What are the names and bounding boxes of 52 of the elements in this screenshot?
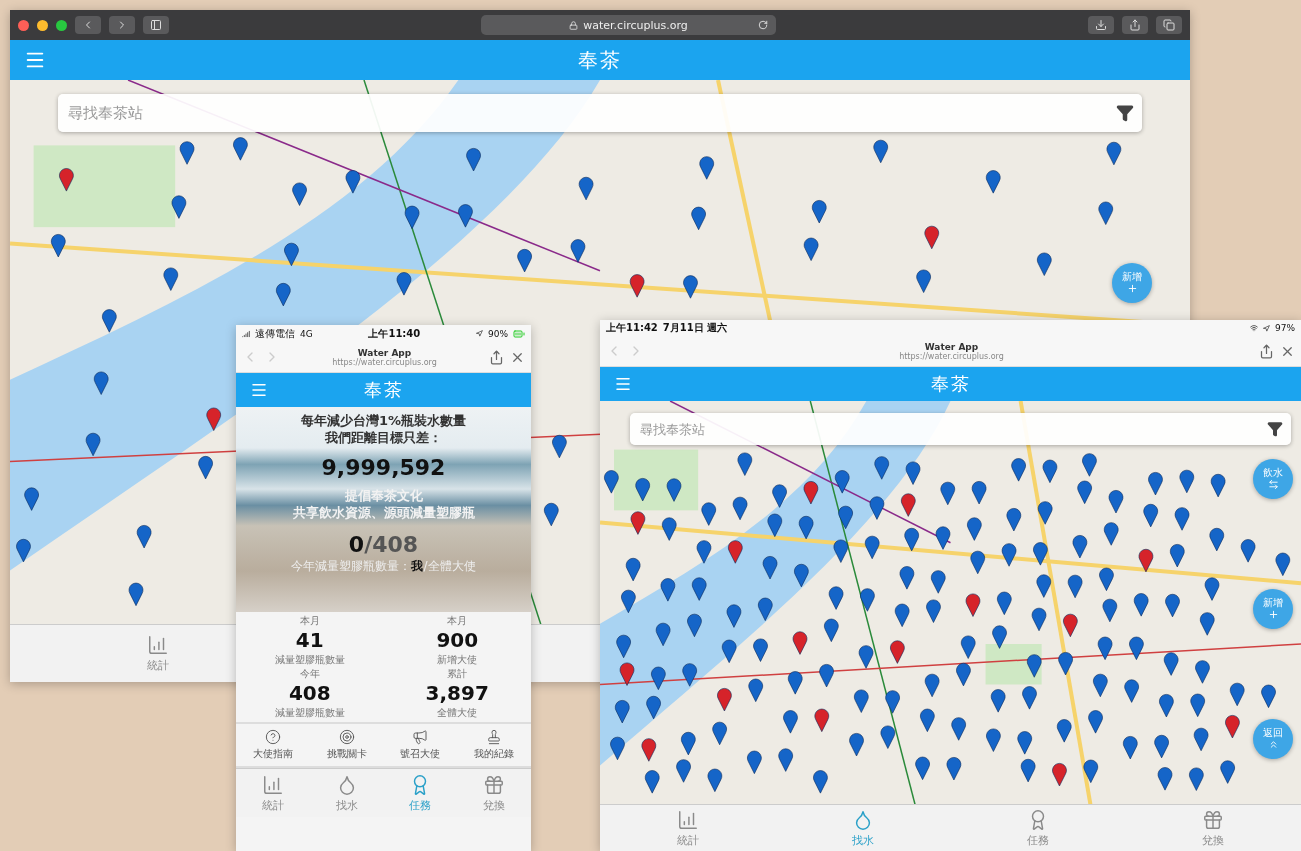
tab[interactable]: 統計 (666, 805, 709, 851)
period-label: 今年 (299, 667, 320, 681)
remaining-count: 9,999,592 (321, 453, 446, 481)
search-bar[interactable]: 尋找奉茶站 (630, 413, 1291, 445)
slogan-text: 共享飲水資源、源頭減量塑膠瓶 (292, 505, 475, 522)
stat-value: 41 (295, 628, 324, 653)
search-field[interactable]: 尋找奉茶站 (66, 103, 1110, 123)
period-label: 累計 (447, 667, 468, 681)
battery-text: 97% (1275, 323, 1295, 333)
stat-label: 減量塑膠瓶數量 (274, 706, 345, 720)
network-text: 4G (300, 328, 313, 339)
period-label: 本月 (299, 614, 320, 628)
url-text: https://water.circuplus.org (332, 357, 437, 367)
time-text: 上午11:40 (368, 326, 421, 341)
headline-text: 每年減少台灣1%瓶裝水數量 (300, 413, 467, 430)
search-field[interactable]: 尋找奉茶站 (638, 420, 1261, 438)
tab[interactable]: 兌換 (1192, 805, 1235, 851)
tab[interactable]: 兌換 (473, 769, 516, 817)
period-label: 本月 (447, 614, 468, 628)
app-title: 奉茶 (930, 372, 971, 396)
carrier-text: 遠傳電信 (255, 326, 295, 341)
caption-text: 今年減量塑膠瓶數量：我/全體大使 (291, 559, 476, 574)
tab[interactable]: 找水 (325, 769, 368, 817)
headline-text: 我們距離目標只差： (325, 430, 442, 447)
search-bar[interactable]: 尋找奉茶站 (58, 94, 1142, 132)
tab[interactable]: 統計 (251, 769, 294, 817)
date-text: 7月11日 週六 (662, 321, 728, 335)
app-title: 奉茶 (578, 46, 622, 74)
action-button[interactable]: 號召大使 (383, 724, 458, 766)
time-text: 上午11:42 (606, 321, 658, 335)
page-title: Water App (357, 347, 412, 358)
stat-value: 900 (436, 628, 479, 653)
stat-label: 減量塑膠瓶數量 (274, 653, 345, 667)
stat-value: 408 (288, 681, 331, 706)
url-text: water.circuplus.org (583, 18, 688, 32)
action-button[interactable]: 挑戰關卡 (309, 724, 384, 766)
page-title: Water App (924, 341, 979, 352)
action-button[interactable]: 大使指南 (236, 724, 310, 766)
tab[interactable]: 任務 (1017, 805, 1060, 851)
address-bar[interactable]: water.circuplus.org (480, 15, 777, 35)
stat-value: 3,897 (425, 681, 489, 706)
battery-text: 90% (488, 328, 508, 339)
stat-label: 新增大使 (437, 653, 478, 667)
tab[interactable]: 統計 (136, 625, 179, 682)
slogan-text: 提倡奉茶文化 (344, 488, 423, 505)
url-text: https://water.circuplus.org (899, 351, 1004, 361)
app-title: 奉茶 (363, 378, 404, 402)
progress-text: 0/408 (348, 530, 419, 558)
tab[interactable]: 任務 (399, 769, 442, 817)
stat-label: 全體大使 (437, 706, 478, 720)
tab[interactable]: 找水 (841, 805, 884, 851)
action-button[interactable]: 我的紀錄 (457, 724, 531, 766)
